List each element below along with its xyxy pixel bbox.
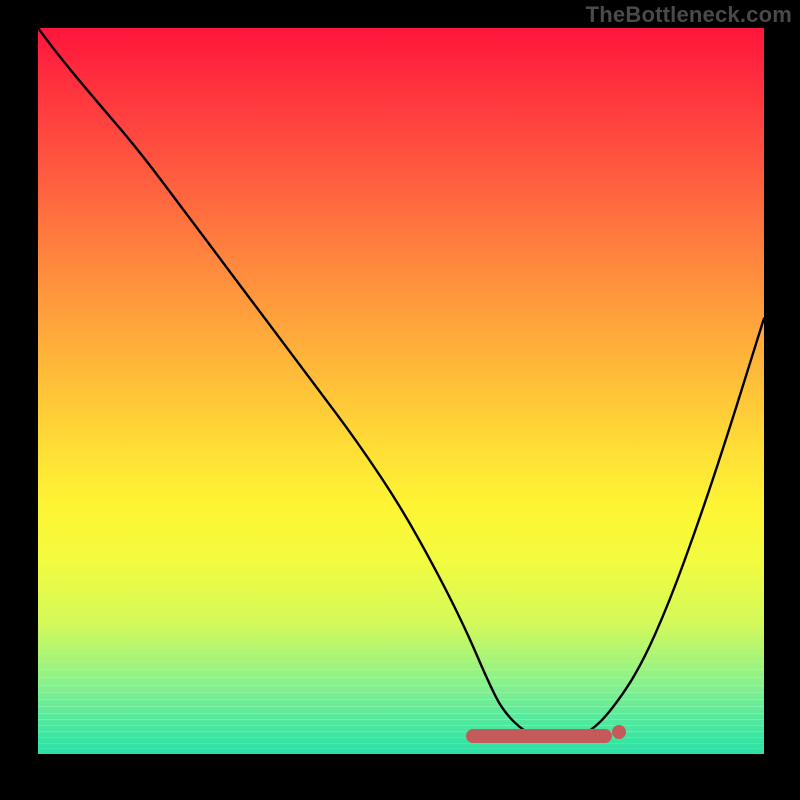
watermark-text: TheBottleneck.com xyxy=(586,2,792,28)
highlight-band xyxy=(466,729,611,743)
plot-area xyxy=(38,28,764,754)
bottleneck-curve-path xyxy=(38,28,764,740)
highlight-dot xyxy=(612,725,626,739)
curve-svg xyxy=(38,28,764,754)
chart-frame: TheBottleneck.com xyxy=(0,0,800,800)
